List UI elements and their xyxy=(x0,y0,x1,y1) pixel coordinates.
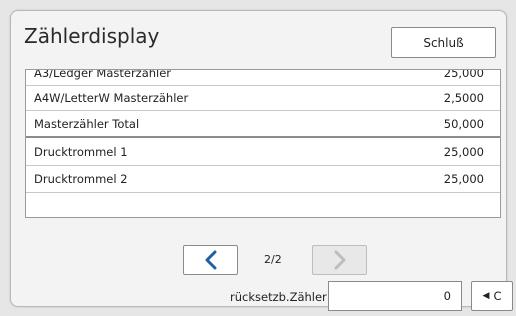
resettable-counter-label: rücksetzb.Zähler xyxy=(230,290,327,304)
counter-value: 2,5000 xyxy=(443,91,484,105)
page-title: Zählerdisplay xyxy=(24,24,160,48)
list-item-total: Masterzähler Total 50,000 xyxy=(26,111,500,138)
chevron-left-icon xyxy=(205,250,216,270)
chevron-right-icon xyxy=(334,250,345,270)
list-item: Drucktrommel 2 25,000 xyxy=(26,166,500,193)
list-item: Drucktrommel 1 25,000 xyxy=(26,138,500,166)
clear-button[interactable]: ◀ C xyxy=(471,281,513,311)
page-indicator: 2/2 xyxy=(264,253,282,266)
resettable-counter-field[interactable]: 0 xyxy=(328,281,462,311)
counter-label: Masterzähler Total xyxy=(34,116,140,131)
next-page-button[interactable] xyxy=(312,245,367,275)
counter-value: 50,000 xyxy=(443,116,484,131)
clear-label: C xyxy=(493,289,502,303)
counter-value: 25,000 xyxy=(443,144,484,159)
counter-label: A3/Ledger Masterzähler xyxy=(34,69,172,80)
counter-value: 25,000 xyxy=(443,172,484,186)
close-button[interactable]: Schluß xyxy=(391,27,496,58)
counter-label: Drucktrommel 1 xyxy=(34,144,128,159)
counter-label: Drucktrommel 2 xyxy=(34,172,128,186)
triangle-left-icon: ◀ xyxy=(482,291,490,301)
counter-value: 25,000 xyxy=(443,69,484,80)
list-item: A3/Ledger Masterzähler 25,000 xyxy=(26,69,500,86)
previous-page-button[interactable] xyxy=(183,245,238,275)
counter-display-panel: Zählerdisplay Schluß A3/Ledger Masterzäh… xyxy=(10,10,513,311)
counter-list: A3/Ledger Masterzähler 25,000 A4W/Letter… xyxy=(25,69,501,218)
list-item: A4W/LetterW Masterzähler 2,5000 xyxy=(26,86,500,111)
counter-label: A4W/LetterW Masterzähler xyxy=(34,91,189,105)
resettable-counter-value: 0 xyxy=(443,289,451,303)
